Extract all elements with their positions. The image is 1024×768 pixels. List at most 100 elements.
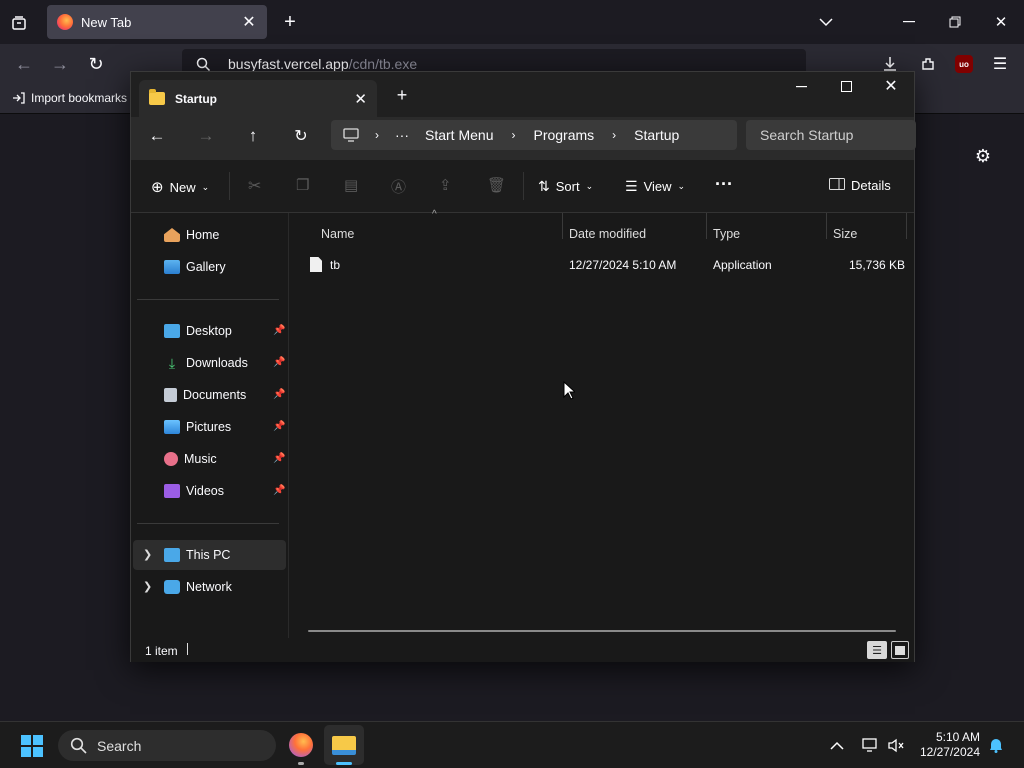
nav-item-music[interactable]: Music bbox=[164, 445, 284, 473]
nav-item-pictures[interactable]: Pictures bbox=[164, 413, 284, 441]
desktop-icon bbox=[164, 324, 180, 338]
nav-label: Network bbox=[186, 580, 232, 594]
minimize-icon[interactable] bbox=[898, 11, 920, 33]
computer-icon bbox=[164, 548, 180, 562]
chevron-right-icon[interactable]: ❯ bbox=[143, 580, 152, 593]
paste-icon[interactable]: ▤ bbox=[344, 176, 358, 194]
column-header-date[interactable]: Date modified bbox=[569, 227, 646, 241]
pin-icon[interactable]: 📌 bbox=[273, 453, 285, 464]
ublock-origin-icon[interactable]: uo bbox=[955, 55, 973, 73]
chevron-right-icon[interactable]: ❯ bbox=[143, 548, 152, 561]
nav-label: Videos bbox=[186, 484, 224, 498]
notification-bell-icon[interactable] bbox=[987, 736, 1005, 754]
pin-icon[interactable]: 📌 bbox=[273, 357, 285, 368]
view-label: View bbox=[643, 179, 672, 194]
close-window-icon[interactable]: ✕ bbox=[881, 76, 901, 96]
breadcrumb-start-menu[interactable]: Start Menu bbox=[425, 127, 493, 143]
more-icon[interactable]: ··· bbox=[395, 127, 409, 143]
forward-icon[interactable]: → bbox=[196, 126, 216, 145]
taskbar-file-explorer[interactable] bbox=[324, 725, 364, 765]
view-icon: ☰ bbox=[625, 178, 638, 194]
file-name: tb bbox=[330, 257, 341, 272]
menu-icon[interactable]: ☰ bbox=[990, 54, 1010, 74]
forward-icon[interactable]: → bbox=[50, 54, 70, 74]
back-icon[interactable]: ← bbox=[14, 54, 34, 74]
copy-icon[interactable]: ❐ bbox=[296, 176, 309, 194]
clock-time: 5:10 AM bbox=[935, 730, 980, 744]
monitor-icon[interactable] bbox=[343, 128, 359, 142]
network-monitor-icon[interactable] bbox=[860, 735, 880, 755]
column-header-type[interactable]: Type bbox=[713, 227, 740, 241]
back-icon[interactable]: ← bbox=[147, 126, 167, 145]
tab-new-tab[interactable]: New Tab ✕ bbox=[47, 5, 267, 39]
pin-icon[interactable]: 📌 bbox=[273, 389, 285, 400]
restore-icon[interactable] bbox=[944, 11, 966, 33]
up-icon[interactable]: ↑ bbox=[243, 126, 263, 145]
tiles-view-icon[interactable] bbox=[891, 641, 909, 659]
mouse-cursor-icon bbox=[563, 381, 575, 400]
nav-item-network[interactable]: Network bbox=[164, 573, 284, 601]
view-button[interactable]: ☰ View ⌄ bbox=[625, 178, 685, 195]
nav-label: Desktop bbox=[186, 324, 232, 338]
reload-icon[interactable]: ↻ bbox=[86, 54, 106, 74]
file-date: 12/27/2024 5:10 AM bbox=[569, 258, 677, 272]
nav-item-videos[interactable]: Videos bbox=[164, 477, 284, 505]
network-icon bbox=[164, 580, 180, 594]
nav-item-documents[interactable]: Documents bbox=[164, 381, 284, 409]
nav-item-downloads[interactable]: ⤓ Downloads bbox=[164, 349, 284, 377]
list-all-tabs-icon[interactable] bbox=[816, 11, 836, 33]
explorer-tab-title: Startup bbox=[175, 91, 217, 106]
taskbar-firefox[interactable] bbox=[281, 725, 321, 765]
pin-icon[interactable]: 📌 bbox=[273, 325, 285, 336]
table-row[interactable]: tb bbox=[310, 257, 340, 272]
new-tab-icon[interactable]: + bbox=[280, 11, 300, 33]
new-button[interactable]: ⊕ New ⌄ bbox=[151, 178, 209, 196]
extensions-icon[interactable] bbox=[918, 54, 938, 74]
horizontal-scrollbar[interactable] bbox=[308, 630, 896, 632]
rename-icon[interactable]: Ⓐ bbox=[391, 176, 406, 197]
column-header-size[interactable]: Size bbox=[833, 227, 857, 241]
search-input[interactable]: Search Startup bbox=[746, 120, 916, 150]
speaker-muted-icon[interactable] bbox=[886, 735, 906, 755]
explorer-title-bar: Startup ✕ + ✕ bbox=[131, 72, 914, 117]
delete-icon[interactable]: 🗑 bbox=[487, 176, 506, 194]
nav-item-gallery[interactable]: Gallery bbox=[164, 253, 284, 281]
details-button[interactable]: Details bbox=[829, 178, 891, 193]
folder-icon bbox=[149, 89, 165, 105]
pin-icon[interactable]: 📌 bbox=[273, 485, 285, 496]
settings-gear-icon[interactable]: ⚙ bbox=[972, 145, 994, 167]
refresh-icon[interactable]: ↻ bbox=[291, 127, 311, 145]
url-path: /cdn/tb.exe bbox=[348, 56, 418, 72]
start-windows-icon[interactable] bbox=[21, 735, 43, 757]
explorer-address-bar: ← → ↑ ↻ › ··· Start Menu › Programs › St… bbox=[131, 117, 916, 160]
maximize-icon[interactable] bbox=[836, 77, 856, 95]
close-tab-icon[interactable]: ✕ bbox=[241, 12, 257, 32]
nav-item-home[interactable]: Home bbox=[164, 221, 284, 249]
tab-list-icon[interactable] bbox=[8, 12, 30, 34]
explorer-tab-startup[interactable]: Startup ✕ bbox=[139, 80, 377, 117]
taskbar-search[interactable]: Search bbox=[58, 730, 276, 761]
system-clock[interactable]: 5:10 AM 12/27/2024 bbox=[918, 730, 980, 760]
column-header-name[interactable]: Name bbox=[321, 227, 354, 241]
import-bookmarks-label: Import bookmarks bbox=[31, 91, 128, 105]
breadcrumb-startup[interactable]: Startup bbox=[634, 127, 679, 143]
new-tab-icon[interactable]: + bbox=[393, 85, 411, 105]
nav-label: Gallery bbox=[186, 260, 226, 274]
home-icon bbox=[164, 228, 180, 242]
share-icon[interactable]: ⇪ bbox=[439, 176, 452, 194]
details-view-icon[interactable]: ☰ bbox=[867, 641, 887, 659]
sort-button[interactable]: ⇅ Sort ⌄ bbox=[538, 178, 593, 195]
nav-label: Documents bbox=[183, 388, 247, 402]
nav-item-desktop[interactable]: Desktop bbox=[164, 317, 284, 345]
nav-item-this-pc[interactable]: This PC bbox=[164, 541, 284, 569]
import-bookmarks-button[interactable]: Import bookmarks bbox=[12, 91, 127, 105]
minimize-icon[interactable] bbox=[791, 78, 811, 96]
close-window-icon[interactable]: ✕ bbox=[990, 11, 1012, 33]
breadcrumb-programs[interactable]: Programs bbox=[533, 127, 594, 143]
more-options-icon[interactable]: ··· bbox=[715, 174, 733, 195]
chevron-up-icon[interactable] bbox=[828, 736, 846, 754]
cut-icon[interactable]: ✂ bbox=[248, 176, 261, 196]
pin-icon[interactable]: 📌 bbox=[273, 421, 285, 432]
close-tab-icon[interactable]: ✕ bbox=[354, 90, 367, 108]
clock-date: 12/27/2024 bbox=[919, 745, 980, 759]
